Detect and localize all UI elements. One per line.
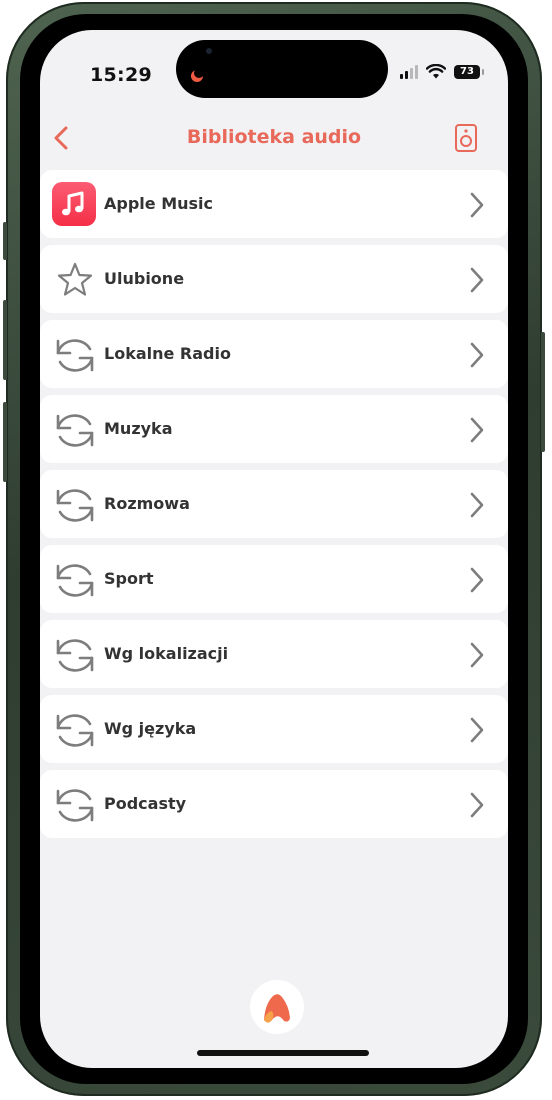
wifi-icon: [426, 64, 446, 79]
chevron-right-icon: [470, 567, 484, 593]
list-item-label: Lokalne Radio: [104, 344, 231, 363]
page-title: Biblioteka audio: [186, 126, 362, 148]
list-item-label: Podcasty: [104, 794, 187, 813]
power-button: [541, 332, 545, 452]
chevron-right-icon: [470, 642, 484, 668]
phone-frame: 15:29 73 Biblioteka audio Apple Music Ul…: [3, 2, 545, 1096]
list-item-label: Apple Music: [104, 194, 213, 213]
status-indicators: 73: [400, 64, 484, 79]
chevron-right-icon: [470, 792, 484, 818]
chevron-right-icon: [470, 267, 484, 293]
list-item-lokalne-radio[interactable]: Lokalne Radio: [40, 320, 508, 388]
chevron-right-icon: [470, 417, 484, 443]
star-icon: [57, 262, 93, 296]
dynamic-island: [176, 40, 388, 98]
chevron-right-icon: [470, 717, 484, 743]
list-item-label: Wg języka: [104, 719, 197, 738]
chevron-right-icon: [470, 492, 484, 518]
battery-indicator: 73: [454, 64, 484, 79]
list-item-wg-lokalizacji[interactable]: Wg lokalizacji: [40, 620, 508, 688]
silent-switch: [3, 222, 7, 260]
list-item-muzyka[interactable]: Muzyka: [40, 395, 508, 463]
apple-music-icon: [52, 182, 96, 226]
volume-down-button: [3, 402, 7, 482]
list-item-podcasty[interactable]: Podcasty: [40, 770, 508, 838]
now-playing-indicator-icon: [191, 68, 204, 82]
refresh-icon: [56, 414, 94, 447]
refresh-icon: [56, 714, 94, 747]
cellular-signal-icon: [400, 64, 418, 79]
list-item-rozmowa[interactable]: Rozmowa: [40, 470, 508, 538]
camera-dot: [206, 48, 212, 54]
list-item-wg-jezyka[interactable]: Wg języka: [40, 695, 508, 763]
home-indicator: [197, 1050, 369, 1056]
list-item-label: Sport: [104, 569, 154, 588]
app-logo-icon: [264, 994, 290, 1023]
chevron-right-icon: [470, 342, 484, 368]
list-item-ulubione[interactable]: Ulubione: [40, 245, 508, 313]
refresh-icon: [56, 564, 94, 597]
status-time: 15:29: [90, 64, 152, 86]
list-item-label: Rozmowa: [104, 494, 190, 513]
speaker-button[interactable]: [454, 120, 478, 156]
list-item-apple-music[interactable]: Apple Music: [40, 170, 508, 238]
screen: 15:29 73 Biblioteka audio Apple Music Ul…: [40, 30, 508, 1068]
list-item-label: Wg lokalizacji: [104, 644, 229, 663]
refresh-icon: [56, 339, 94, 372]
refresh-icon: [56, 489, 94, 522]
refresh-icon: [56, 789, 94, 822]
refresh-icon: [56, 639, 94, 672]
speaker-icon: [455, 124, 477, 152]
nav-header: Biblioteka audio: [40, 116, 508, 160]
list-item-label: Ulubione: [104, 269, 185, 288]
app-logo-button[interactable]: [250, 980, 304, 1034]
volume-up-button: [3, 300, 7, 380]
list-item-label: Muzyka: [104, 419, 173, 438]
chevron-right-icon: [470, 192, 484, 218]
list-item-sport[interactable]: Sport: [40, 545, 508, 613]
phone-bezel: 15:29 73 Biblioteka audio Apple Music Ul…: [20, 14, 528, 1084]
